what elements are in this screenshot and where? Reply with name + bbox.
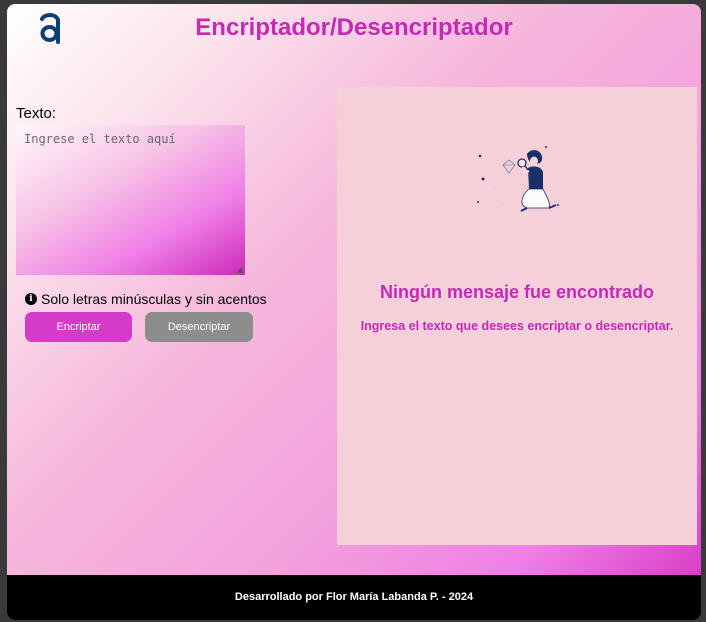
- page-title: Encriptador/Desencriptador: [195, 14, 513, 41]
- person-with-magnifier-illustration: [477, 146, 559, 212]
- footer-text: Desarrollado por Flor María Labanda P. -…: [234, 591, 474, 603]
- info-icon: i: [25, 293, 37, 305]
- encrypt-button[interactable]: Encriptar: [25, 312, 132, 342]
- text-input[interactable]: [16, 125, 245, 275]
- app-window: Encriptador/Desencriptador Texto: ◢ i So…: [7, 4, 701, 620]
- footer: Desarrollado por Flor María Labanda P. -…: [7, 575, 701, 620]
- result-subtitle: Ingresa el texto que desees encriptar o …: [360, 319, 674, 333]
- hint-message: i Solo letras minúsculas y sin acentos: [25, 291, 267, 307]
- decrypt-button[interactable]: Desencriptar: [145, 312, 253, 342]
- resize-handle-icon[interactable]: ◢: [236, 266, 244, 274]
- result-title: Ningún mensaje fue encontrado: [379, 282, 655, 302]
- result-panel: Ningún mensaje fue encontrado Ingresa el…: [337, 87, 697, 545]
- hint-text: Solo letras minúsculas y sin acentos: [41, 291, 267, 307]
- text-label: Texto:: [16, 105, 57, 122]
